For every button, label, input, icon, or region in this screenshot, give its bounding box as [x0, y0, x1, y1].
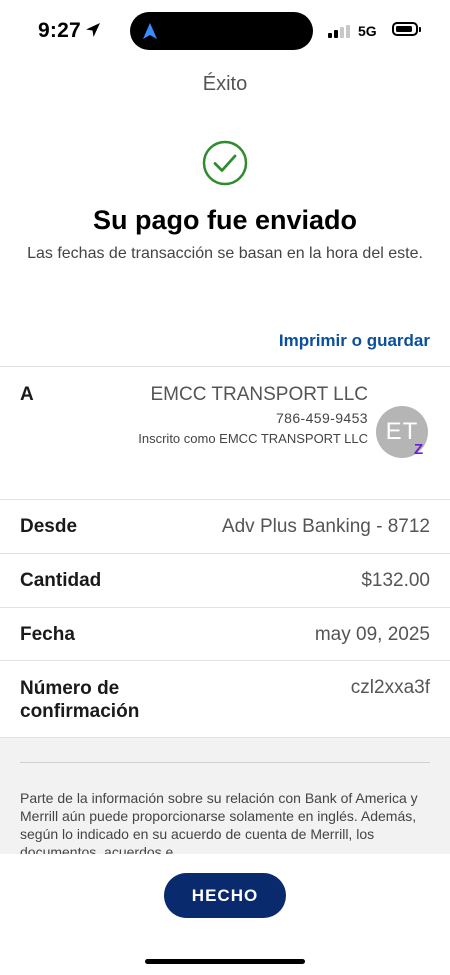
divider: [0, 499, 450, 500]
battery-tip: [419, 27, 421, 32]
navigation-arrow-icon: [143, 23, 157, 39]
from-account: Adv Plus Banking - 8712: [221, 516, 430, 537]
from-label: Desde: [20, 516, 78, 537]
success-subtitle: Las fechas de transacción se basan en la…: [27, 245, 423, 262]
payee-name: EMCC TRANSPORT LLC: [150, 384, 369, 405]
divider: [0, 607, 450, 608]
payee-registered-name: Inscrito como EMCC TRANSPORT LLC: [138, 431, 368, 446]
network-type: 5G: [358, 23, 377, 39]
cellular-signal-icon: [328, 25, 350, 38]
home-indicator[interactable]: [145, 959, 305, 964]
disclaimer-divider: [20, 762, 430, 763]
dynamic-island: [130, 12, 313, 50]
divider: [0, 366, 450, 367]
print-or-save-link[interactable]: Imprimir o guardar: [279, 331, 430, 351]
divider: [0, 553, 450, 554]
done-button[interactable]: HECHO: [164, 873, 286, 918]
disclaimer-section: Parte de la información sobre su relació…: [0, 738, 450, 854]
battery-icon: [392, 22, 418, 36]
status-time: 9:27: [38, 19, 81, 42]
to-label: A: [20, 384, 34, 405]
location-arrow-icon: [86, 23, 100, 37]
disclaimer-text: Parte de la información sobre su relació…: [20, 790, 418, 854]
success-headline: Su pago fue enviado: [92, 205, 358, 235]
amount-value: $132.00: [361, 570, 430, 591]
amount-label: Cantidad: [20, 570, 102, 591]
divider: [0, 660, 450, 661]
screen-title: Éxito: [202, 73, 248, 95]
zelle-icon: Z: [414, 441, 424, 458]
date-label: Fecha: [20, 624, 75, 645]
payee-info: EMCC TRANSPORT LLC 786-459-9453 Inscrito…: [128, 383, 368, 447]
status-bar: 9:27 5G: [0, 0, 450, 62]
confirmation-number: czl2xxa3f: [350, 677, 430, 698]
payee-phone: 786-459-9453: [276, 410, 368, 426]
confirmation-label: Número de confirmación: [20, 678, 140, 722]
check-circle-icon: [202, 140, 248, 186]
date-value: may 09, 2025: [314, 624, 430, 645]
